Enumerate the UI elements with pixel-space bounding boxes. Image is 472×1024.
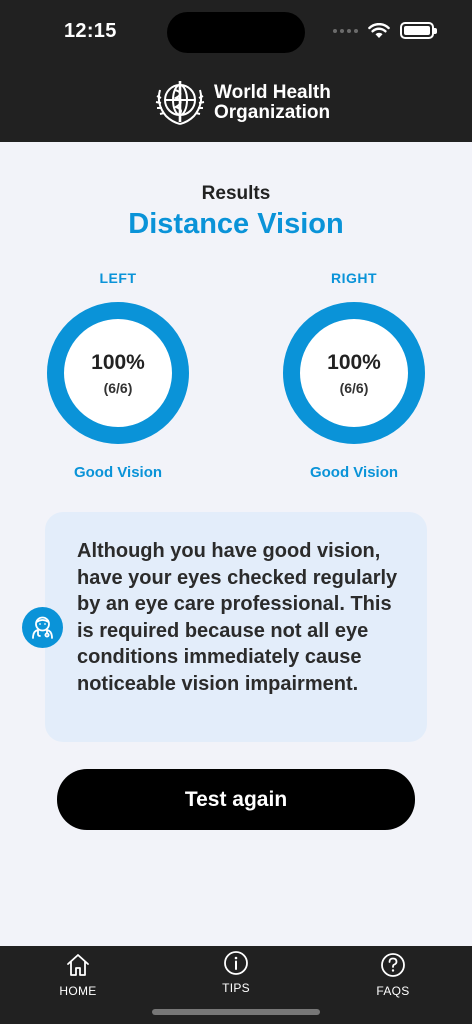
test-title: Distance Vision — [128, 208, 344, 240]
nav-item-faqs[interactable]: FAQS — [353, 952, 433, 998]
cellular-signal-icon — [333, 28, 358, 33]
info-icon — [224, 951, 248, 975]
who-logo-text: World Health Organization — [214, 82, 331, 123]
who-logo: World Health Organization — [152, 78, 331, 128]
status-icons — [333, 22, 437, 39]
score-fraction: (6/6) — [103, 380, 133, 396]
eye-side-label: LEFT — [99, 270, 137, 286]
doctor-icon — [22, 607, 63, 648]
left-eye-result: LEFT 100% (6/6) Good Vision — [43, 270, 193, 481]
nav-item-home[interactable]: HOME — [38, 952, 118, 998]
eye-side-label: RIGHT — [330, 270, 378, 286]
advice-text: Although you have good vision, have your… — [77, 540, 398, 695]
score-ring: 100% (6/6) — [47, 302, 189, 444]
nav-item-tips[interactable]: TIPS — [196, 950, 276, 995]
battery-icon — [400, 22, 437, 39]
home-indicator — [152, 1009, 320, 1015]
results-label: Results — [201, 183, 271, 204]
score-percent: 100% — [327, 351, 381, 374]
score-percent: 100% — [91, 351, 145, 374]
score-ring: 100% (6/6) — [283, 302, 425, 444]
advice-card: Although you have good vision, have your… — [45, 512, 427, 742]
help-icon — [381, 953, 405, 977]
who-emblem-icon — [155, 81, 205, 125]
nav-label: FAQS — [376, 984, 410, 998]
nav-label: HOME — [59, 984, 97, 998]
test-again-button[interactable]: Test again — [57, 769, 415, 830]
wifi-icon — [368, 22, 390, 38]
vision-status: Good Vision — [309, 464, 399, 481]
nav-label: TIPS — [222, 981, 250, 995]
dynamic-island — [167, 12, 305, 53]
app-header: 12:15 World Health Organization — [0, 0, 472, 142]
right-eye-result: RIGHT 100% (6/6) Good Vision — [279, 270, 429, 481]
score-fraction: (6/6) — [339, 380, 369, 396]
status-time: 12:15 — [64, 20, 117, 42]
home-icon — [67, 954, 89, 976]
vision-status: Good Vision — [73, 464, 163, 481]
